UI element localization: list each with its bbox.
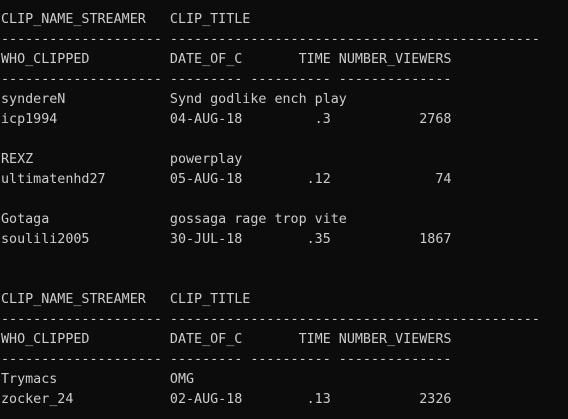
result-row-line: Gotaga gossaga rage trop vite [1,212,347,227]
result-row-line: zocker_24 02-AUG-18 .13 2326 [1,392,452,407]
column-header-line: CLIP_NAME_STREAMER CLIP_TITLE [1,12,251,27]
separator-line: -------------------- -------------------… [1,32,540,47]
result-row-line: soulili2005 30-JUL-18 .35 1867 [1,232,452,247]
result-row-line: REXZ powerplay [1,152,243,167]
column-header-line: CLIP_NAME_STREAMER CLIP_TITLE [1,292,251,307]
column-header-line: WHO_CLIPPED DATE_OF_C TIME NUMBER_VIEWER… [1,52,452,67]
result-row-line: Trymacs OMG [1,372,195,387]
separator-line: -------------------- -------------------… [1,312,540,327]
result-row-line: icp1994 04-AUG-18 .3 2768 [1,112,452,127]
console-output[interactable]: CLIP_NAME_STREAMER CLIP_TITLE -----------… [1,0,568,419]
result-row-line: ultimatenhd27 05-AUG-18 .12 74 [1,172,452,187]
column-header-line: WHO_CLIPPED DATE_OF_C TIME NUMBER_VIEWER… [1,332,452,347]
separator-line: -------------------- --------- ---------… [1,72,452,87]
separator-line: -------------------- --------- ---------… [1,352,452,367]
result-row-line: syndereN Synd godlike ench play [1,92,347,107]
